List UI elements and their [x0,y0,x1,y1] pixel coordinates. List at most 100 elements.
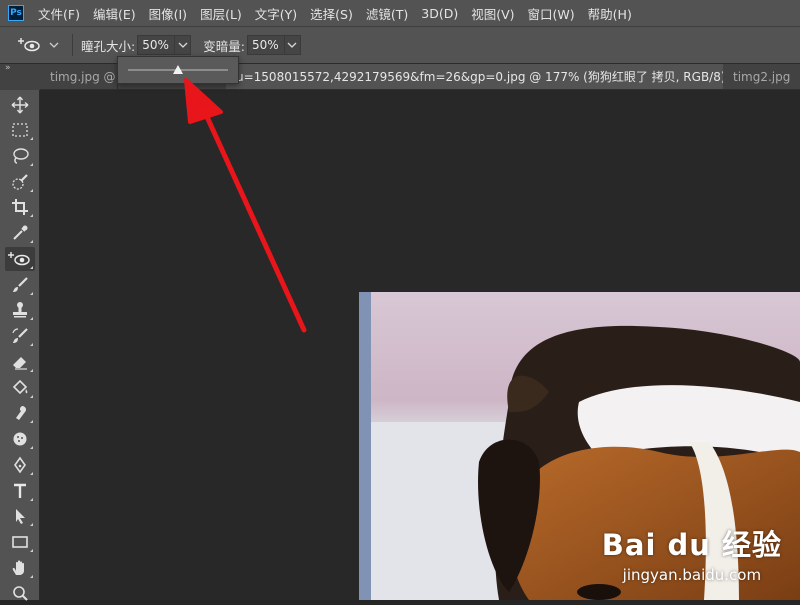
red-eye-tool-icon [18,38,40,52]
quick-select-icon [12,174,28,190]
clone-stamp-tool[interactable] [5,298,35,322]
rectangle-icon [12,536,28,548]
lasso-tool[interactable] [5,144,35,168]
tool-group-indicator [30,498,33,501]
zoom-icon [13,586,28,601]
move-tool[interactable] [5,93,35,117]
tool-group-indicator [30,420,33,423]
tool-group-indicator [30,446,33,449]
tool-group-indicator [30,137,33,140]
red-eye-tool[interactable] [5,247,35,271]
menu-filter[interactable]: 滤镜(T) [366,4,408,23]
tab-active-document[interactable]: u=1508015572,4292179569&fm=26&gp=0.jpg @… [226,64,723,89]
tab-label: u=1508015572,4292179569&fm=26&gp=0.jpg @… [236,70,723,84]
menu-bar: Ps 文件(F) 编辑(E) 图像(I) 图层(L) 文字(Y) 选择(S) 滤… [0,0,800,26]
pen-tool[interactable] [5,453,35,477]
move-icon [11,96,29,114]
toolbar-collapse[interactable]: » [0,63,40,90]
crop-tool[interactable] [5,195,35,219]
pupil-size-label: 瞳孔大小: [81,38,136,54]
clone-stamp-icon [13,302,27,318]
paint-bucket-tool[interactable] [5,376,35,400]
pupil-size-value[interactable]: 50% [138,38,174,52]
marquee-icon [12,123,28,137]
eyedropper-icon [13,225,28,240]
watermark-logo-text: Bai du 经验 [601,528,782,562]
baidu-watermark: Bai du 经验 jingyan.baidu.com [602,522,782,584]
pupil-size-dropdown[interactable] [174,36,190,54]
tab-label: timg2.jpg [733,69,791,84]
marquee-tool[interactable] [5,118,35,142]
tool-group-indicator [30,214,33,217]
watermark-url: jingyan.baidu.com [622,566,762,584]
crop-icon [12,199,28,215]
tool-group-indicator [30,189,33,192]
red-eye-icon [8,252,30,266]
menu-type[interactable]: 文字(Y) [255,4,297,23]
tool-group-indicator [30,575,33,578]
sponge-tool[interactable] [5,427,35,451]
chevron-down-icon [49,42,59,48]
history-brush-icon [12,328,28,343]
menu-help[interactable]: 帮助(H) [588,4,632,23]
eyedropper-tool[interactable] [5,221,35,245]
menu-window[interactable]: 窗口(W) [528,4,575,23]
pupil-size-slider-popup[interactable] [117,56,239,84]
tools-panel [0,90,40,601]
slider-handle[interactable] [173,65,183,74]
tool-group-indicator [30,266,33,269]
tool-group-indicator [30,292,33,295]
brush-icon [13,277,28,292]
smudge-tool[interactable] [5,401,35,425]
document-image[interactable]: Bai du 经验 jingyan.baidu.com [359,292,800,600]
type-tool[interactable] [5,479,35,503]
chevron-down-icon [178,42,188,48]
history-brush-tool[interactable] [5,324,35,348]
pen-icon [14,456,26,474]
chevron-down-icon [287,42,297,48]
lasso-icon [13,148,29,164]
rectangle-tool[interactable] [5,530,35,554]
menu-file[interactable]: 文件(F) [38,4,80,23]
eraser-tool[interactable] [5,350,35,374]
tool-group-indicator [30,549,33,552]
photoshop-logo: Ps [8,5,24,21]
sponge-icon [13,432,27,446]
menu-image[interactable]: 图像(I) [149,4,187,23]
pupil-size-field[interactable]: 50% [137,35,192,55]
tool-group-indicator [30,343,33,346]
tool-group-indicator [30,523,33,526]
zoom-tool[interactable] [5,581,35,605]
tool-group-indicator [30,163,33,166]
menu-select[interactable]: 选择(S) [310,4,353,23]
tool-group-indicator [30,472,33,475]
path-select-tool[interactable] [5,504,35,528]
tab-timg[interactable]: timg.jpg @ 5 [40,64,118,89]
eraser-icon [13,357,27,370]
type-icon [14,483,26,498]
tab-timg2[interactable]: timg2.jpg [723,64,800,89]
tool-group-indicator [30,240,33,243]
darken-amount-field[interactable]: 50% [246,35,301,55]
darken-amount-value[interactable]: 50% [248,38,284,52]
hand-tool[interactable] [5,556,35,580]
hand-icon [12,560,24,575]
darken-amount-label: 变暗量: [203,38,245,54]
separator [72,34,73,56]
tool-preset-picker[interactable] [18,37,60,53]
smudge-icon [16,406,27,420]
paint-bucket-icon [12,379,28,395]
darken-amount-dropdown[interactable] [283,36,300,54]
collapse-icon[interactable]: » [5,63,11,73]
menu-view[interactable]: 视图(V) [471,4,514,23]
brush-tool[interactable] [5,273,35,297]
menu-layer[interactable]: 图层(L) [200,4,242,23]
tool-group-indicator [30,395,33,398]
quick-select-tool[interactable] [5,170,35,194]
tab-label: timg.jpg @ 5 [50,69,117,84]
path-select-icon [16,509,25,524]
menu-3d[interactable]: 3D(D) [421,6,458,21]
menu-edit[interactable]: 编辑(E) [93,4,136,23]
tool-group-indicator [30,317,33,320]
tool-group-indicator [30,369,33,372]
